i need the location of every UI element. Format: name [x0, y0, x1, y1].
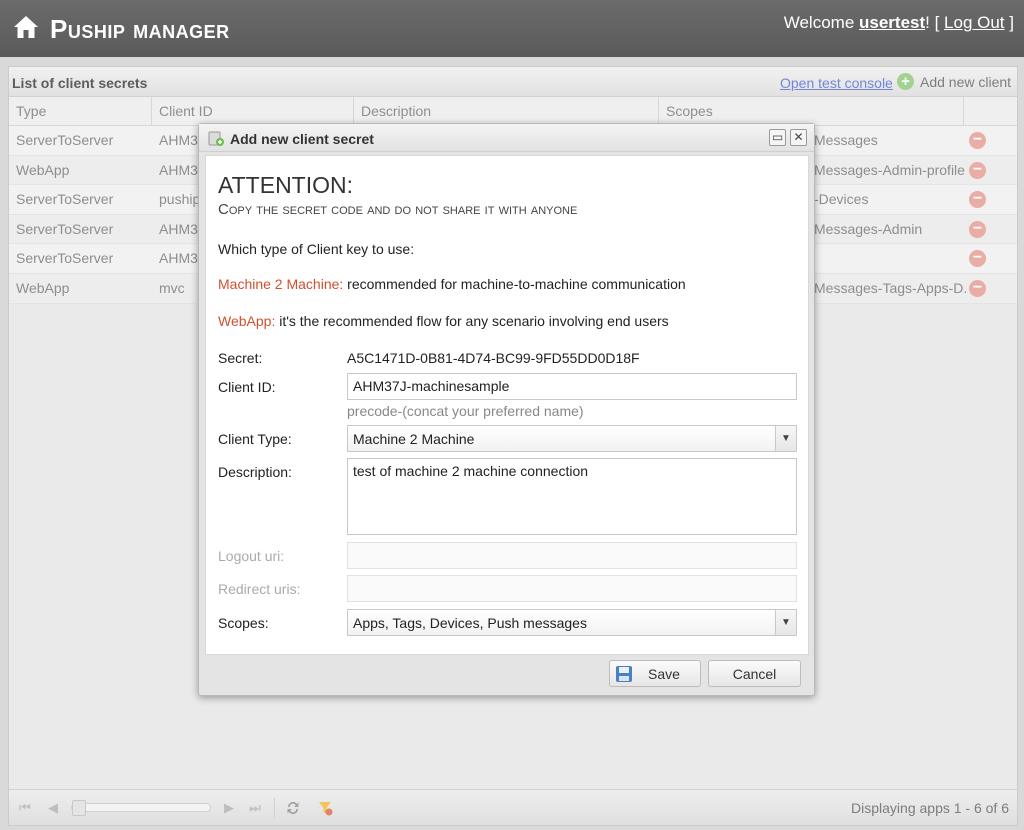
description-label: Description:	[218, 464, 292, 480]
welcome-mid: ! [	[925, 13, 945, 32]
m2m-label: Machine 2 Machine:	[218, 276, 344, 292]
scopes-value: Apps, Tags, Devices, Push messages	[353, 615, 587, 631]
redirect-uris-field[interactable]	[347, 575, 797, 602]
welcome-suffix: ]	[1004, 13, 1014, 32]
welcome-text: Welcome usertest! [ Log Out ]	[784, 13, 1014, 33]
client-id-field[interactable]: AHM37J-machinesample	[347, 373, 797, 400]
scopes-select[interactable]: Apps, Tags, Devices, Push messages ▼	[347, 609, 797, 636]
app-title: Puship manager	[50, 14, 230, 44]
m2m-text: recommended for machine-to-machine commu…	[343, 276, 686, 292]
client-type-select[interactable]: Machine 2 Machine ▼	[347, 425, 797, 452]
add-client-secret-dialog: Add new client secret ▭ ✕ ATTENTION: Cop…	[198, 123, 815, 696]
dialog-title: Add new client secret	[230, 131, 374, 147]
home-icon[interactable]	[12, 14, 40, 40]
save-label: Save	[648, 665, 680, 682]
webapp-text: it's the recommended flow for any scenar…	[275, 313, 669, 329]
description-textarea[interactable]: test of machine 2 machine connection	[347, 458, 797, 535]
dialog-footer: Save Cancel	[199, 655, 814, 695]
logout-link[interactable]: Log Out	[944, 13, 1005, 32]
client-id-label: Client ID:	[218, 379, 276, 395]
attention-subheading: Copy the secret code and do not share it…	[218, 201, 578, 218]
webapp-description: WebApp: it's the recommended flow for an…	[218, 313, 669, 329]
which-type-text: Which type of Client key to use:	[218, 241, 415, 257]
scopes-label: Scopes:	[218, 615, 269, 631]
dialog-titlebar[interactable]: Add new client secret ▭ ✕	[199, 124, 814, 152]
maximize-icon[interactable]: ▭	[769, 129, 786, 146]
close-icon[interactable]: ✕	[790, 129, 807, 146]
chevron-down-icon[interactable]: ▼	[775, 426, 796, 451]
dialog-body: ATTENTION: Copy the secret code and do n…	[205, 155, 809, 655]
m2m-description: Machine 2 Machine: recommended for machi…	[218, 276, 686, 292]
client-type-label: Client Type:	[218, 431, 292, 447]
client-type-value: Machine 2 Machine	[353, 431, 475, 447]
webapp-label: WebApp:	[218, 313, 276, 329]
cancel-button[interactable]: Cancel	[708, 660, 801, 687]
attention-heading: ATTENTION:	[218, 172, 354, 198]
redirect-uris-label: Redirect uris:	[218, 581, 301, 597]
secret-label: Secret:	[218, 350, 263, 366]
client-key-icon	[208, 131, 224, 146]
logout-uri-field[interactable]	[347, 542, 797, 569]
save-icon	[616, 666, 632, 682]
app-header: Puship manager Welcome usertest! [ Log O…	[0, 0, 1024, 57]
client-id-hint: precode-(concat your preferred name)	[347, 403, 584, 419]
logout-uri-label: Logout uri:	[218, 548, 285, 564]
welcome-prefix: Welcome	[783, 13, 859, 32]
save-button[interactable]: Save	[609, 660, 701, 687]
secret-value: A5C1471D-0B81-4D74-BC99-9FD55DD0D18F	[347, 350, 640, 366]
chevron-down-icon[interactable]: ▼	[775, 610, 796, 635]
username: usertest	[859, 13, 926, 32]
